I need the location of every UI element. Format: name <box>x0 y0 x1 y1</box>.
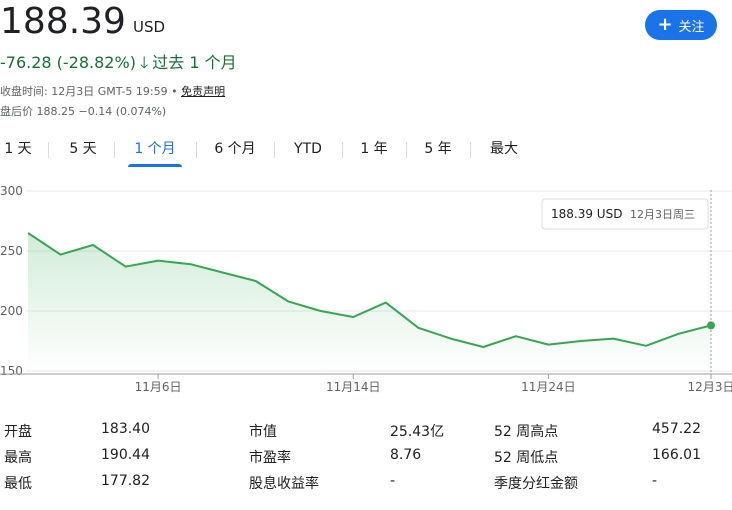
stat-label: 52 周低点 <box>494 450 559 466</box>
tab-divider <box>48 142 49 158</box>
stat-value: 8.76 <box>390 447 422 463</box>
price-chart[interactable]: 300 250 200 150 11月6日 11月14日 11月24日 12月3日 188.… <box>0 180 732 402</box>
stat-value: 183.40 <box>101 421 150 437</box>
price-change: -76.28 (-28.82%) 🡓 过去 1 个月 <box>0 49 237 79</box>
tab-1m[interactable]: 1 个月 <box>128 134 182 167</box>
close-time-line: 收盘时间: 12月3日 GMT-5 19:59 • 免责声明 <box>0 83 225 99</box>
tab-divider <box>114 142 115 158</box>
chart-area-fill <box>28 233 711 374</box>
tooltip-price: 188.39 USD <box>551 207 622 221</box>
current-price-point <box>707 321 715 330</box>
stat-value: 457.22 <box>652 421 701 437</box>
tab-5d[interactable]: 5 天 <box>64 134 102 164</box>
x-tick-label: 11月6日 <box>135 380 182 394</box>
stat-value: - <box>652 473 658 489</box>
stat-value: 177.82 <box>101 473 150 489</box>
y-tick-label: 150 <box>0 364 23 378</box>
arrow-down-icon: 🡓 <box>139 53 149 72</box>
stat-value: 166.01 <box>652 447 701 463</box>
tab-divider <box>196 142 197 158</box>
stat-label: 开盘 <box>4 424 32 440</box>
y-tick-label: 250 <box>0 244 23 258</box>
tab-1d[interactable]: 1 天 <box>0 134 36 164</box>
change-period: 过去 1 个月 <box>152 53 237 72</box>
after-hours-price: 盘后价 188.25 −0.14 (0.074%) <box>0 105 167 118</box>
range-tabs: 1 天 5 天 1 个月 6 个月 YTD 1 年 5 年 最大 <box>0 134 732 168</box>
stat-value: 25.43亿 <box>390 424 445 440</box>
y-tick-label: 300 <box>0 184 23 198</box>
tab-divider <box>406 142 407 158</box>
currency-label: USD <box>133 18 166 36</box>
tab-max[interactable]: 最大 <box>484 134 524 164</box>
tab-5y[interactable]: 5 年 <box>420 134 456 164</box>
tab-6m[interactable]: 6 个月 <box>210 134 260 164</box>
stock-price: 188.39 <box>0 1 126 42</box>
stat-label: 52 周高点 <box>494 424 559 440</box>
disclaimer-link[interactable]: 免责声明 <box>181 85 225 98</box>
change-value: -76.28 (-28.82%) <box>0 53 136 72</box>
tab-divider <box>470 142 471 158</box>
price-tooltip: 188.39 USD 12月3日周三 <box>541 198 709 230</box>
stat-label: 季度分红金额 <box>494 476 578 492</box>
stat-label: 市盈率 <box>249 450 291 466</box>
tab-divider <box>274 142 275 158</box>
plus-icon: + <box>657 14 673 35</box>
tab-divider <box>342 142 343 158</box>
y-tick-label: 200 <box>0 304 23 318</box>
stat-label: 最低 <box>4 476 32 492</box>
x-tick-label: 11月14日 <box>326 380 381 394</box>
close-time: 收盘时间: 12月3日 GMT-5 19:59 • <box>0 85 178 98</box>
stat-value: 190.44 <box>101 447 150 463</box>
x-tick-label: 12月3日 <box>688 380 732 394</box>
stat-label: 股息收益率 <box>249 476 319 492</box>
x-tick-label: 11月24日 <box>521 380 576 394</box>
follow-button[interactable]: + 关注 <box>645 10 717 40</box>
tooltip-date: 12月3日周三 <box>630 208 695 221</box>
tab-ytd[interactable]: YTD <box>288 134 328 164</box>
tab-1y[interactable]: 1 年 <box>356 134 392 164</box>
follow-button-label: 关注 <box>678 19 705 35</box>
stat-value: - <box>390 473 396 489</box>
stat-label: 市值 <box>249 424 277 440</box>
stat-label: 最高 <box>4 450 32 466</box>
